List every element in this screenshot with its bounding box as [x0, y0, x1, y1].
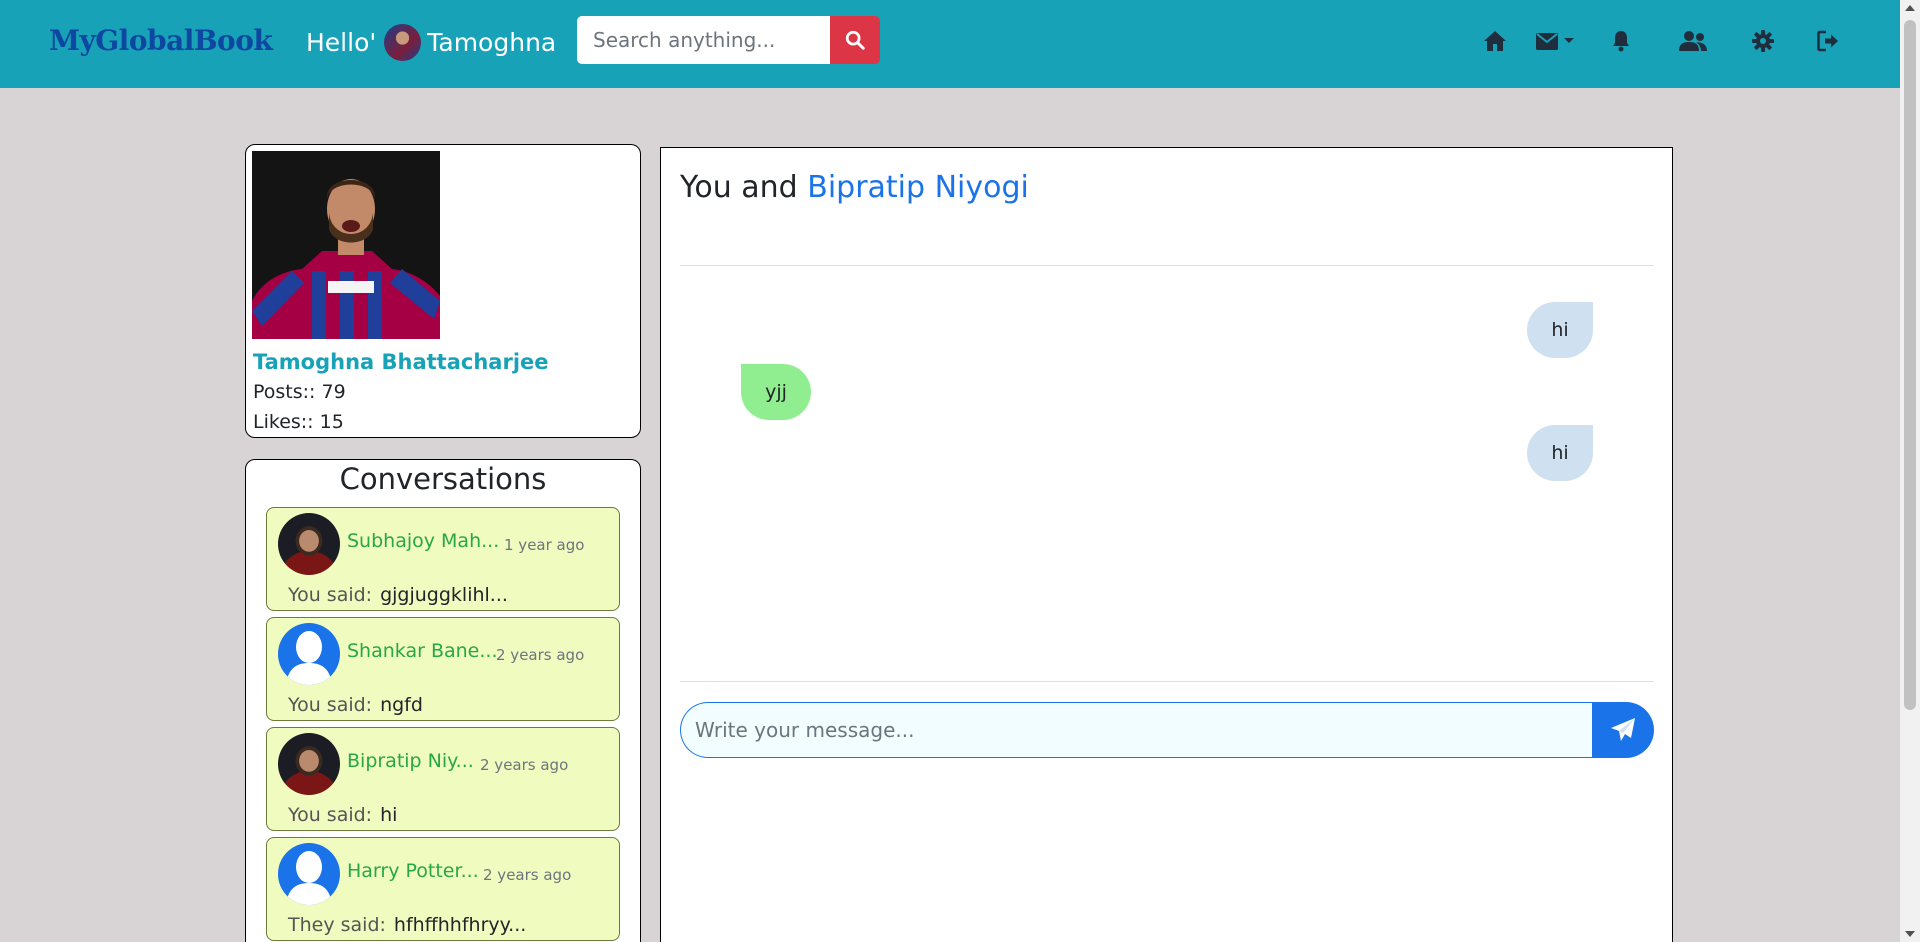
posts-value: 79: [321, 381, 346, 403]
send-button[interactable]: [1592, 702, 1654, 758]
sent-message-bubble: hi: [1527, 425, 1593, 481]
conversation-message: hfhffhhfhryy...: [393, 914, 527, 936]
scroll-thumb[interactable]: [1904, 20, 1916, 710]
conversation-sender: You said:: [288, 804, 373, 826]
caret-down-icon: [1564, 38, 1574, 43]
likes-value: 15: [319, 411, 344, 433]
top-navbar: MyGlobalBook Hello' Tamoghna: [0, 0, 1900, 88]
chat-header-prefix: You and: [680, 170, 798, 205]
conversation-item[interactable]: Bipratip Niy... 2 years ago You said: hi: [266, 727, 620, 831]
conversation-message: ngfd: [380, 694, 423, 716]
chat-partner-name[interactable]: Bipratip Niyogi: [807, 170, 1029, 205]
conversation-time: 1 year ago: [504, 536, 585, 554]
logout-button[interactable]: [1817, 26, 1839, 56]
mail-icon: [1536, 32, 1558, 50]
conversation-preview: You said: ngfd: [288, 694, 423, 716]
conversation-item[interactable]: Harry Potter... 2 years ago They said: hf…: [266, 837, 620, 941]
search-input[interactable]: [577, 16, 830, 64]
posts-label: Posts::: [253, 381, 316, 403]
gear-icon: [1752, 30, 1774, 52]
search-bar: [577, 16, 880, 64]
bell-icon: [1613, 31, 1629, 52]
profile-card: Tamoghna Bhattacharjee Posts:: 79 Likes:…: [245, 144, 641, 438]
default-user-icon: [286, 851, 332, 905]
conversation-sender: They said:: [288, 914, 386, 936]
greeting-username[interactable]: Tamoghna: [427, 28, 556, 57]
conversation-name: Shankar Bane...: [347, 640, 498, 662]
brand-logo[interactable]: MyGlobalBook: [49, 24, 273, 57]
conversation-name: Bipratip Niy...: [347, 750, 474, 772]
default-user-icon: [286, 631, 332, 685]
home-button[interactable]: [1483, 26, 1507, 56]
greeting-text: Hello': [306, 27, 377, 57]
profile-name[interactable]: Tamoghna Bhattacharjee: [253, 350, 549, 374]
conversation-name: Harry Potter...: [347, 860, 479, 882]
received-message-bubble: yjj: [741, 364, 811, 420]
conversations-panel: Conversations Subhajoy Mah... 1 year ago…: [245, 459, 641, 942]
conversation-avatar: [278, 733, 340, 795]
message-composer: [680, 702, 1654, 758]
conversation-sender: You said:: [288, 694, 373, 716]
message-input[interactable]: [680, 702, 1592, 758]
likes-count: Likes:: 15: [253, 411, 344, 433]
scroll-down-arrow[interactable]: [1905, 931, 1915, 937]
conversation-preview: You said: gjgjuggklihl...: [288, 584, 508, 606]
messages-dropdown[interactable]: [1536, 26, 1575, 56]
logout-icon: [1817, 30, 1838, 52]
conversation-avatar: [278, 843, 340, 905]
sent-message-bubble: hi: [1527, 302, 1593, 358]
conversation-preview: They said: hfhffhhfhryy...: [288, 914, 526, 936]
conversation-name: Subhajoy Mah...: [347, 530, 500, 552]
home-icon: [1484, 31, 1506, 51]
conversation-avatar: [278, 513, 340, 575]
search-button[interactable]: [830, 16, 880, 64]
conversation-time: 2 years ago: [480, 756, 569, 774]
chat-header-divider: [680, 265, 1654, 266]
chat-panel: You and Bipratip Niyogi hi yjj hi: [660, 147, 1673, 942]
paper-plane-icon: [1611, 718, 1635, 741]
conversation-sender: You said:: [288, 584, 373, 606]
conversation-time: 2 years ago: [496, 646, 585, 664]
chat-header: You and Bipratip Niyogi: [680, 170, 1029, 205]
conversation-item[interactable]: Shankar Bane... 2 years ago You said: ngf…: [266, 617, 620, 721]
friends-button[interactable]: [1678, 26, 1708, 56]
conversation-preview: You said: hi: [288, 804, 397, 826]
conversation-item[interactable]: Subhajoy Mah... 1 year ago You said: gjgj…: [266, 507, 620, 611]
user-greeting: Hello' Tamoghna: [306, 23, 556, 61]
conversation-avatar: [278, 623, 340, 685]
page-scrollbar[interactable]: [1900, 0, 1920, 942]
search-icon: [845, 30, 865, 50]
profile-photo[interactable]: [252, 151, 440, 339]
notifications-button[interactable]: [1612, 26, 1630, 56]
scroll-up-arrow[interactable]: [1905, 5, 1915, 11]
user-avatar[interactable]: [384, 23, 422, 61]
settings-button[interactable]: [1752, 26, 1774, 56]
conversation-time: 2 years ago: [483, 866, 572, 884]
conversations-title: Conversations: [339, 462, 547, 496]
conversation-message: gjgjuggklihl...: [380, 584, 508, 606]
conversation-message: hi: [380, 804, 398, 826]
posts-count: Posts:: 79: [253, 381, 346, 403]
users-icon: [1679, 31, 1707, 51]
likes-label: Likes::: [253, 411, 314, 433]
chat-input-divider: [680, 681, 1654, 682]
